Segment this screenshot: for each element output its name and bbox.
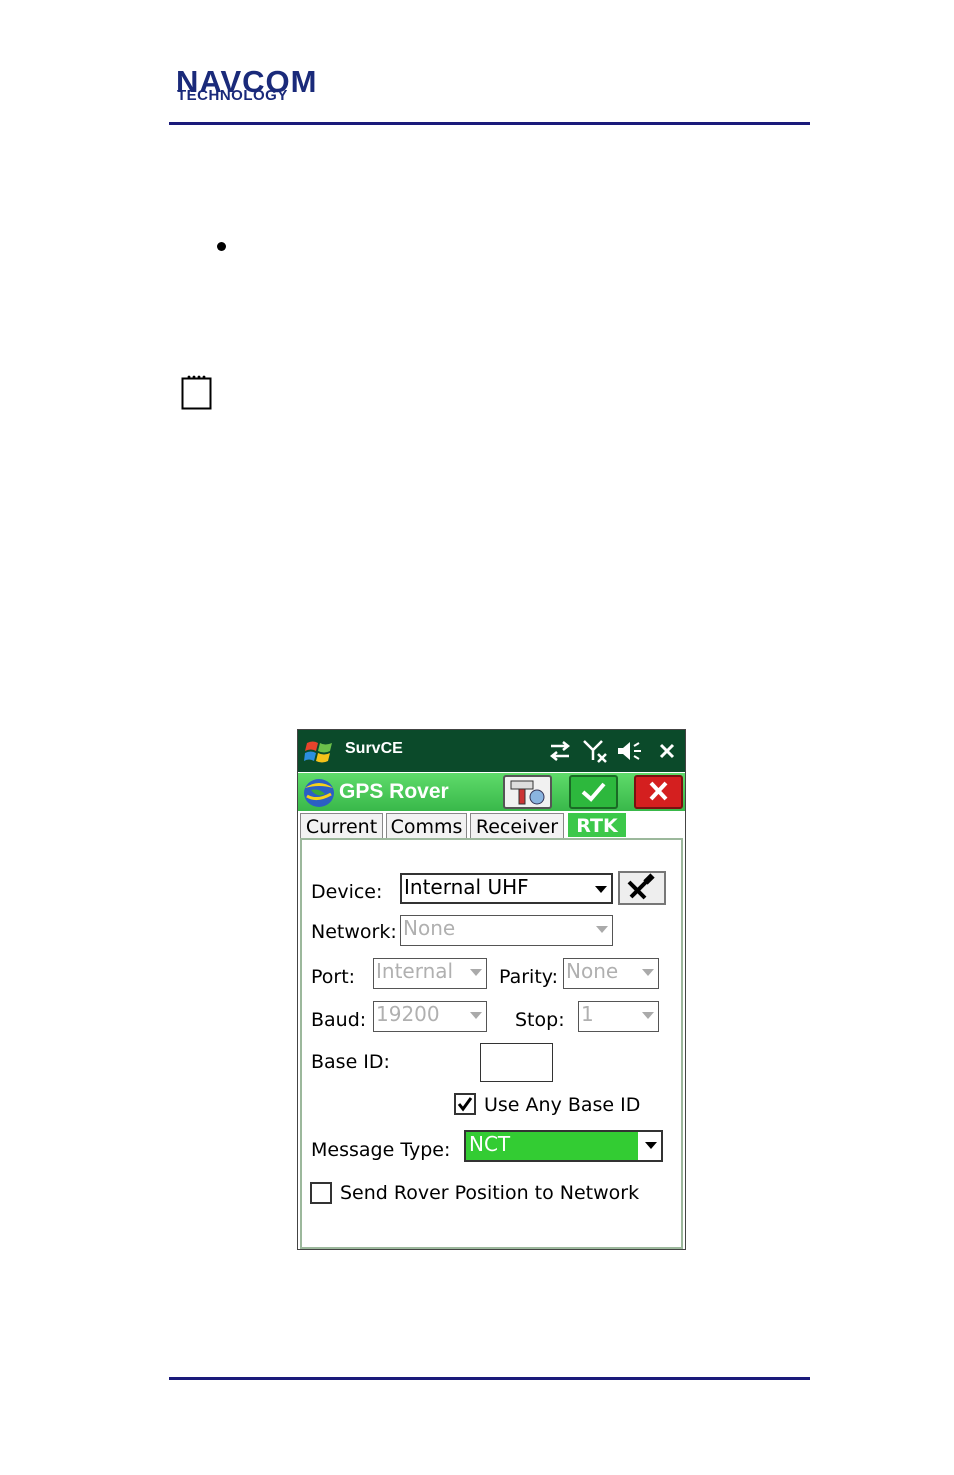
tab-receiver[interactable]: Receiver: [470, 813, 564, 839]
header-rule: [169, 122, 810, 125]
device-screenshot: SurvCE GPS Rover Current Comms Receiver …: [297, 729, 686, 1250]
device-label: Device:: [311, 881, 383, 903]
stop-value: 1: [581, 1002, 594, 1026]
parity-label: Parity:: [499, 966, 559, 988]
notepad-icon: [181, 375, 212, 410]
stop-select[interactable]: 1: [578, 1001, 659, 1032]
baud-label: Baud:: [311, 1009, 367, 1031]
parity-select[interactable]: None: [563, 958, 659, 989]
connection-icon[interactable]: [548, 740, 572, 762]
screen-header: GPS Rover: [298, 773, 685, 811]
send-rover-checkbox[interactable]: [310, 1182, 332, 1204]
cancel-x-icon: [649, 781, 668, 801]
device-value: Internal UHF: [404, 875, 529, 899]
footer-rule: [169, 1377, 810, 1380]
checkmark-icon: [457, 1097, 473, 1112]
windows-start-icon[interactable]: [304, 737, 334, 765]
close-icon[interactable]: [658, 742, 676, 760]
tab-comms[interactable]: Comms: [386, 813, 467, 839]
network-select[interactable]: None: [400, 915, 613, 946]
receiver-config-button[interactable]: [503, 775, 552, 809]
port-label: Port:: [311, 966, 356, 988]
use-any-base-label: Use Any Base ID: [484, 1094, 641, 1116]
port-select[interactable]: Internal: [373, 958, 487, 989]
network-label: Network:: [311, 921, 397, 943]
parity-value: None: [566, 959, 619, 983]
tab-rtk[interactable]: RTK: [568, 813, 626, 837]
message-type-label: Message Type:: [311, 1139, 451, 1161]
title-bar: SurvCE: [298, 730, 685, 772]
tools-icon: [627, 873, 655, 900]
base-id-label: Base ID:: [311, 1051, 390, 1073]
message-type-select[interactable]: NCT: [464, 1130, 663, 1162]
tab-current[interactable]: Current: [300, 813, 383, 839]
port-value: Internal: [376, 959, 454, 983]
send-rover-label: Send Rover Position to Network: [340, 1182, 640, 1204]
base-id-input[interactable]: [480, 1043, 553, 1082]
baud-value: 19200: [376, 1002, 440, 1026]
ok-button[interactable]: [569, 775, 618, 809]
gps-logo-icon: [304, 779, 334, 807]
rtk-panel: Device: Internal UHF Network: None Port:…: [300, 838, 683, 1249]
receiver-config-icon: [510, 780, 545, 805]
network-value: None: [403, 916, 456, 940]
signal-icon[interactable]: [582, 738, 610, 764]
message-type-value: NCT: [466, 1132, 638, 1160]
device-config-button[interactable]: [618, 871, 666, 905]
use-any-base-checkbox[interactable]: [454, 1093, 476, 1115]
device-select[interactable]: Internal UHF: [400, 873, 613, 904]
baud-select[interactable]: 19200: [373, 1001, 487, 1032]
window-title: SurvCE: [345, 740, 403, 757]
screen-title: GPS Rover: [339, 780, 449, 803]
cancel-button[interactable]: [634, 775, 683, 809]
ok-check-icon: [581, 782, 606, 802]
bullet-point: [217, 242, 226, 251]
speaker-icon[interactable]: [616, 740, 644, 762]
logo-technology: TECHNOLOGY: [177, 87, 288, 104]
stop-label: Stop:: [515, 1009, 565, 1031]
